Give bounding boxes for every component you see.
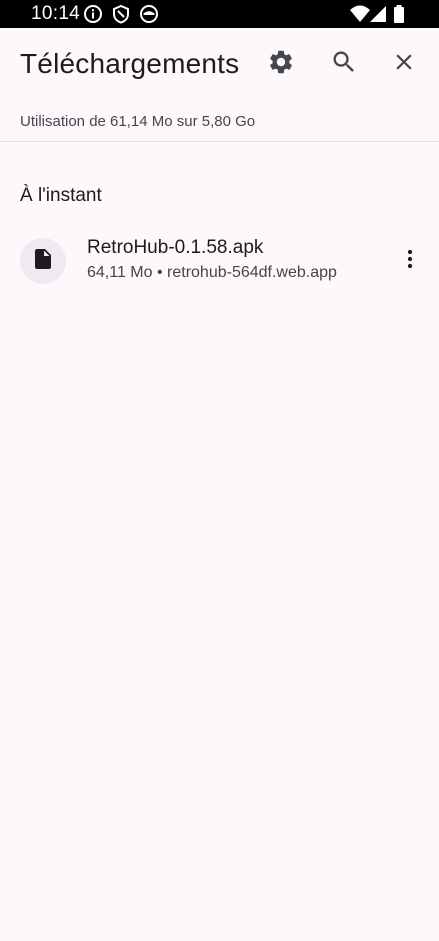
download-item[interactable]: RetroHub-0.1.58.apk 64,11 Mo • retrohub-…	[0, 228, 439, 294]
downloads-screen: 10:14 Téléchargements Utilisation de 61,…	[0, 0, 439, 941]
storage-usage-text: Utilisation de 61,14 Mo sur 5,80 Go	[20, 113, 256, 130]
search-icon	[330, 48, 358, 81]
download-file-meta: 64,11 Mo • retrohub-564df.web.app	[87, 264, 337, 281]
close-icon	[391, 49, 417, 80]
status-time: 10:14	[31, 3, 81, 24]
status-bar: 10:14	[0, 0, 439, 28]
close-button[interactable]	[380, 40, 428, 88]
download-file-name: RetroHub-0.1.58.apk	[87, 237, 264, 258]
shield-icon	[111, 4, 131, 24]
signal-icon	[368, 4, 388, 24]
settings-icon	[267, 48, 295, 81]
more-options-button[interactable]	[386, 237, 434, 285]
info-icon	[83, 4, 103, 24]
section-header: À l'instant	[20, 185, 102, 206]
search-button[interactable]	[320, 40, 368, 88]
file-icon	[31, 247, 55, 276]
divider	[0, 141, 439, 142]
more-vert-icon	[398, 247, 422, 276]
face-icon	[139, 4, 159, 24]
file-icon-container	[20, 238, 66, 284]
page-title: Téléchargements	[20, 48, 240, 79]
app-bar: Téléchargements	[0, 28, 439, 100]
settings-button[interactable]	[257, 40, 305, 88]
battery-icon	[392, 4, 406, 24]
